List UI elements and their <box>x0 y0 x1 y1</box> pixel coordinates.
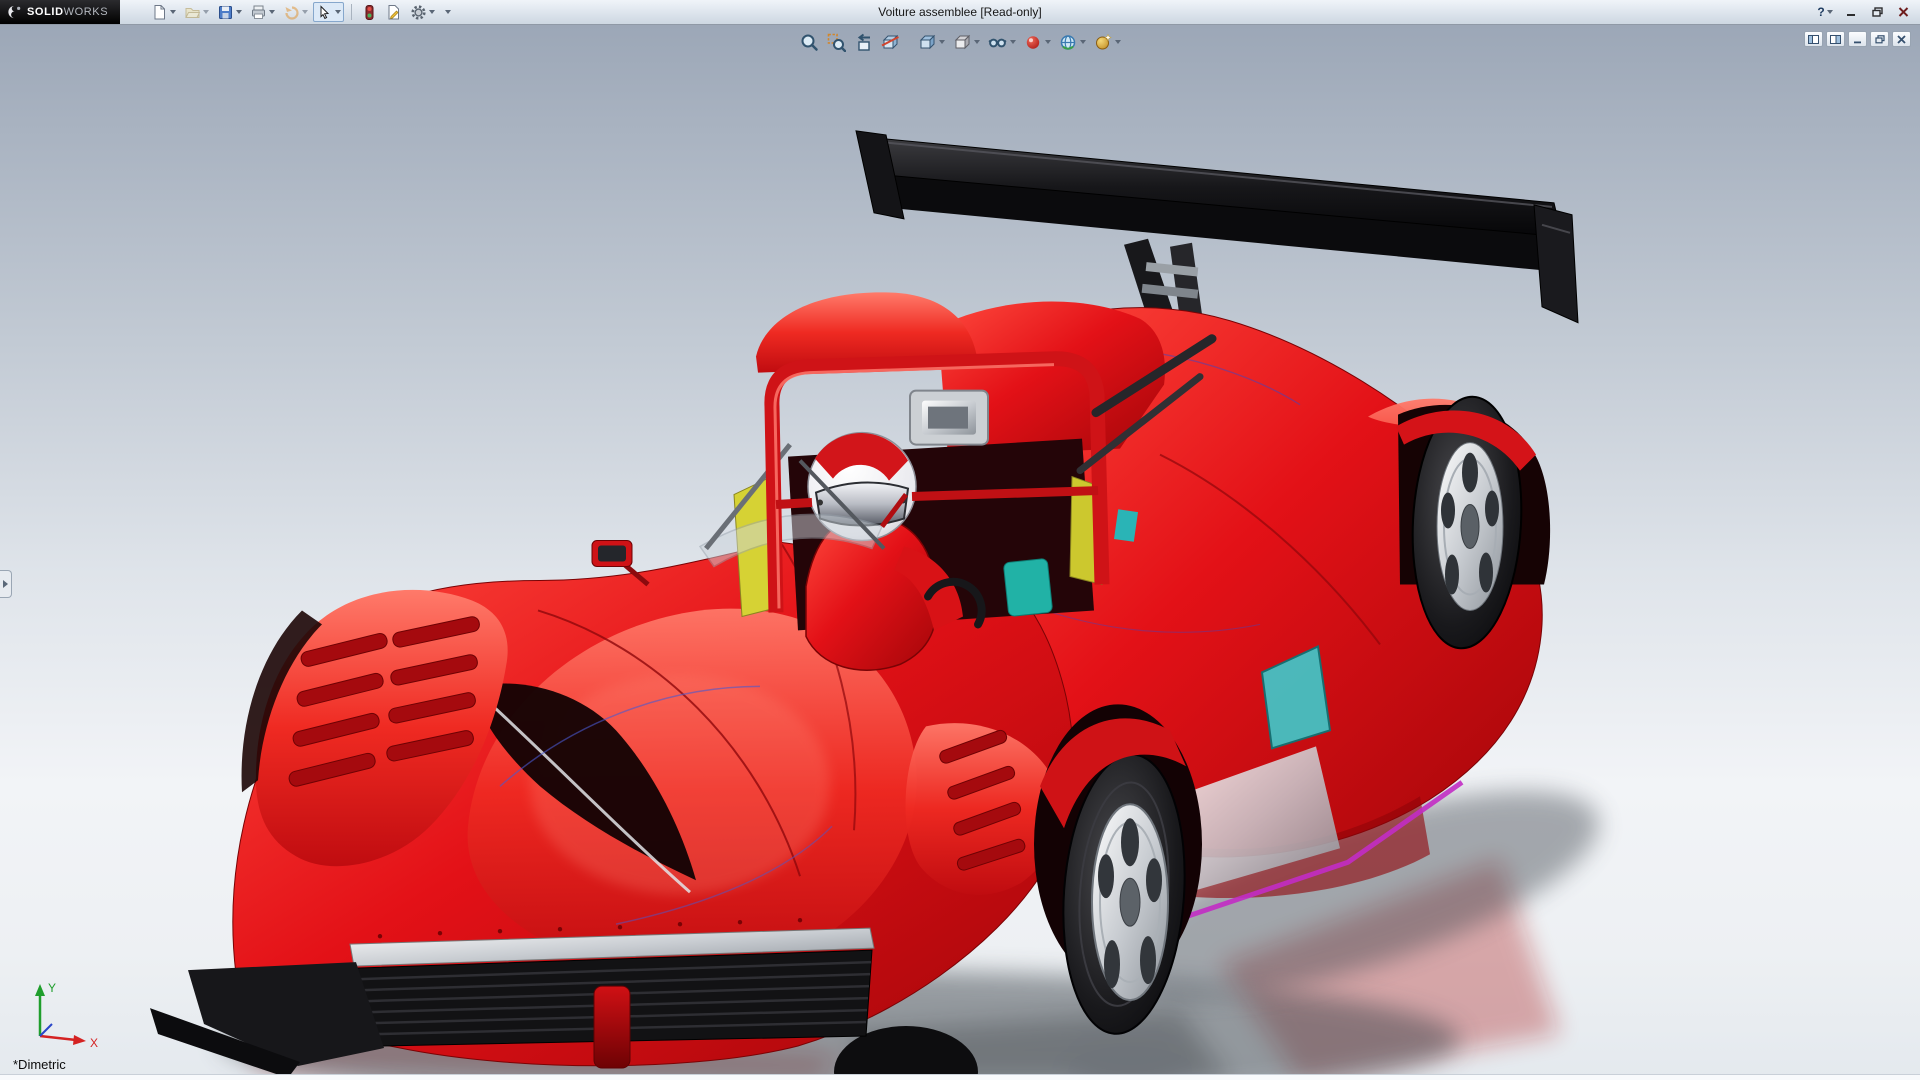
undo-arrow-icon <box>283 4 300 21</box>
brand-text: SOLIDWORKS <box>27 6 108 18</box>
select-button[interactable] <box>313 2 344 22</box>
heads-up-toolbar <box>797 30 1123 54</box>
close-button[interactable] <box>1891 3 1915 21</box>
file-properties-icon <box>385 4 402 21</box>
cage-accent-cyan <box>1114 509 1138 541</box>
options-button[interactable] <box>407 2 438 22</box>
help-button[interactable]: ? <box>1813 3 1837 21</box>
rebuild-stoplight-icon <box>362 4 377 21</box>
car-model <box>0 25 1920 1080</box>
view-orientation-icon <box>917 32 937 52</box>
seat-teal <box>1003 558 1052 616</box>
display-style-button[interactable] <box>950 30 982 54</box>
close-icon <box>1897 35 1906 44</box>
chevron-down-icon[interactable] <box>445 10 451 14</box>
previous-view-button[interactable] <box>851 30 875 54</box>
print-icon <box>250 4 267 21</box>
panel-left-button[interactable] <box>1804 31 1823 47</box>
appearance-ball-icon <box>1023 32 1043 52</box>
chevron-down-icon[interactable] <box>1045 40 1051 44</box>
panel-right-button[interactable] <box>1826 31 1845 47</box>
section-view-button[interactable] <box>878 30 902 54</box>
print-button[interactable] <box>247 2 278 22</box>
restore-icon <box>1872 7 1883 17</box>
chevron-down-icon[interactable] <box>1827 10 1833 14</box>
zoom-to-fit-icon <box>799 32 819 52</box>
solidworks-logo: SOLIDWORKS <box>0 0 120 24</box>
panel-left-icon <box>1808 35 1819 44</box>
edit-appearance-button[interactable] <box>1021 30 1053 54</box>
solidworks-logo-mark <box>6 4 23 20</box>
open-button[interactable] <box>181 2 212 22</box>
zoom-to-fit-button[interactable] <box>797 30 821 54</box>
feature-manager-flyout-tab[interactable] <box>0 570 12 598</box>
restore-icon <box>1875 35 1885 44</box>
minimize-button[interactable] <box>1839 3 1863 21</box>
chevron-down-icon[interactable] <box>236 10 242 14</box>
close-document-button[interactable] <box>1892 31 1911 47</box>
panel-right-icon <box>1830 35 1841 44</box>
new-document-icon <box>151 4 168 21</box>
new-document-button[interactable] <box>148 2 179 22</box>
section-view-icon <box>880 32 900 52</box>
chevron-down-icon[interactable] <box>1010 40 1016 44</box>
status-strip <box>0 1074 1920 1080</box>
realview-ball-icon <box>1093 32 1113 52</box>
restore-button[interactable] <box>1865 3 1889 21</box>
view-settings-button[interactable] <box>1091 30 1123 54</box>
chevron-down-icon[interactable] <box>429 10 435 14</box>
chevron-down-icon[interactable] <box>170 10 176 14</box>
orientation-triad: Y X <box>14 974 110 1052</box>
hide-show-items-button[interactable] <box>985 30 1018 54</box>
open-folder-icon <box>184 4 201 21</box>
chevron-down-icon[interactable] <box>203 10 209 14</box>
close-icon <box>1898 7 1909 17</box>
intake-box <box>910 391 988 445</box>
zoom-to-area-button[interactable] <box>824 30 848 54</box>
scene-globe-icon <box>1058 32 1078 52</box>
main-toolbar <box>148 2 454 22</box>
apply-scene-button[interactable] <box>1056 30 1088 54</box>
gear-icon <box>410 4 427 21</box>
chevron-down-icon[interactable] <box>939 40 945 44</box>
document-window-controls <box>1804 31 1911 47</box>
flyout-arrow-icon <box>3 580 8 588</box>
previous-view-icon <box>853 32 873 52</box>
chevron-down-icon[interactable] <box>1115 40 1121 44</box>
select-cursor-icon <box>316 4 333 21</box>
minimize-document-button[interactable] <box>1848 31 1867 47</box>
toolbar-options-button[interactable] <box>440 2 454 22</box>
zoom-to-area-icon <box>826 32 846 52</box>
save-floppy-icon <box>217 4 234 21</box>
help-label: ? <box>1817 5 1824 19</box>
view-orientation-label: *Dimetric <box>13 1057 66 1072</box>
chevron-down-icon[interactable] <box>974 40 980 44</box>
view-orientation-button[interactable] <box>915 30 947 54</box>
rebuild-button[interactable] <box>359 2 380 22</box>
solidworks-window: SOLIDWORKS <box>0 0 1920 1080</box>
restore-document-button[interactable] <box>1870 31 1889 47</box>
undo-button[interactable] <box>280 2 311 22</box>
save-button[interactable] <box>214 2 245 22</box>
triad-y-label: Y <box>48 981 56 995</box>
file-properties-button[interactable] <box>382 2 405 22</box>
chevron-down-icon[interactable] <box>1080 40 1086 44</box>
window-controls: ? <box>1813 3 1920 21</box>
titlebar: SOLIDWORKS <box>0 0 1920 25</box>
minimize-icon <box>1853 35 1862 44</box>
chevron-down-icon[interactable] <box>302 10 308 14</box>
triad-x-label: X <box>90 1036 98 1050</box>
graphics-viewport[interactable]: Y X *Dimetric <box>0 25 1920 1080</box>
glasses-icon <box>987 32 1008 52</box>
chevron-down-icon[interactable] <box>335 10 341 14</box>
toolbar-separator <box>351 4 352 20</box>
display-style-icon <box>952 32 972 52</box>
chevron-down-icon[interactable] <box>269 10 275 14</box>
minimize-icon <box>1846 7 1856 17</box>
